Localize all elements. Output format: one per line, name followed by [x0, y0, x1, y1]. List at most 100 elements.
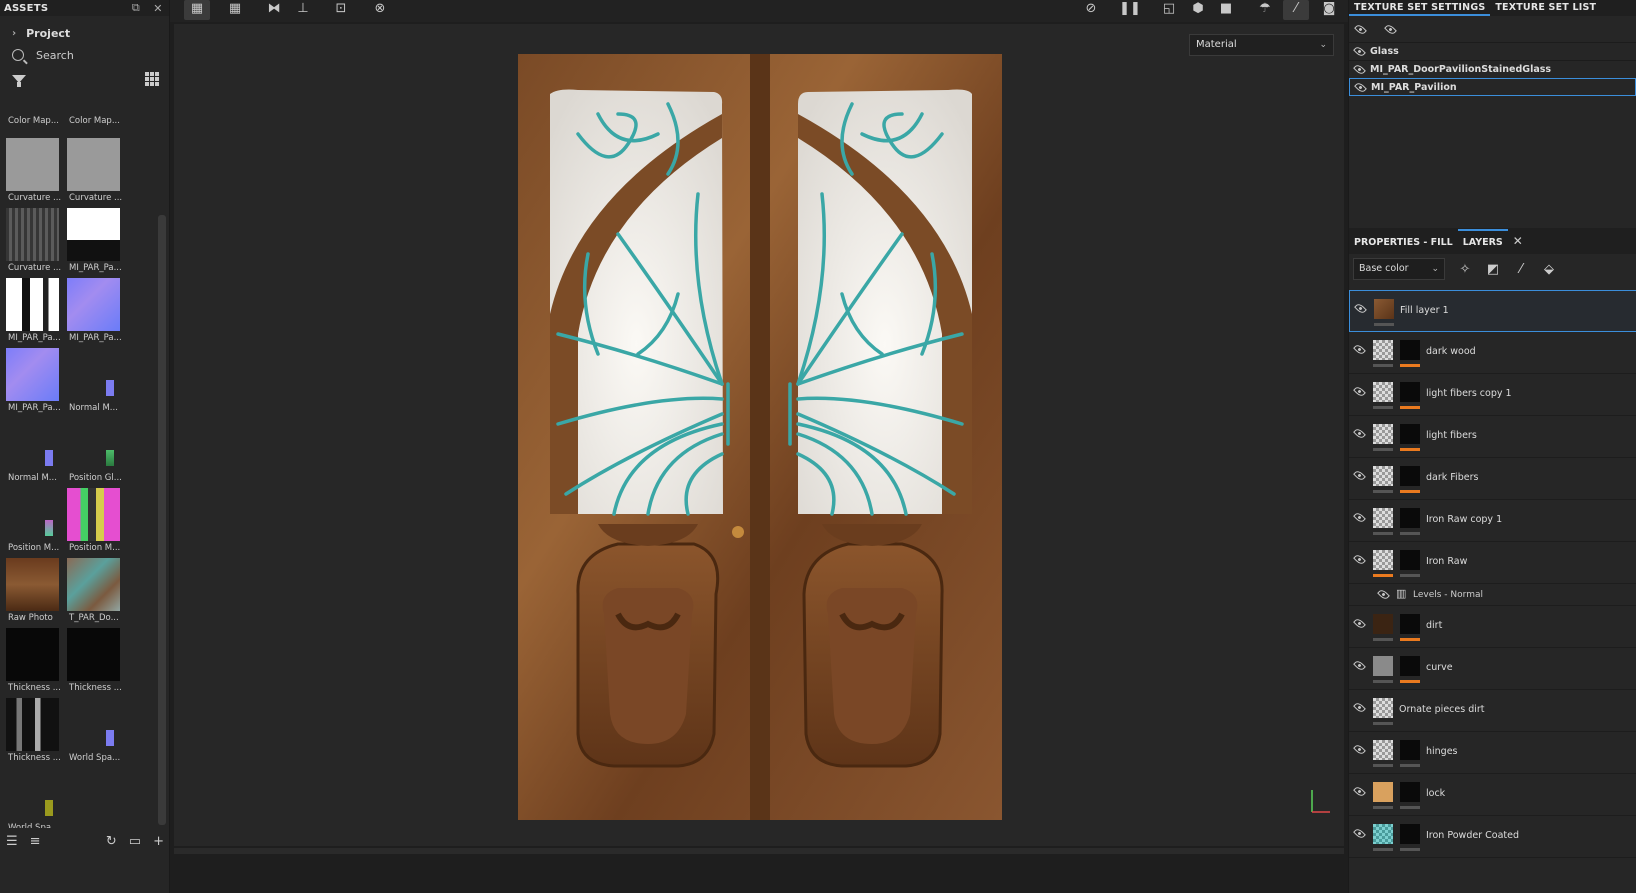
tab-texture-set-list[interactable]: TEXTURE SET LIST [1490, 0, 1601, 16]
layer-effect[interactable]: ▥ Levels - Normal [1349, 584, 1636, 606]
eye-icon[interactable] [1353, 511, 1366, 524]
asset-thumbnail[interactable]: Position M... [6, 484, 67, 554]
add-mask-icon[interactable]: ◩ [1485, 262, 1501, 277]
asset-thumbnail[interactable]: World Spa... [67, 694, 128, 764]
asset-thumbnail[interactable]: MI_PAR_Pa... [6, 274, 67, 344]
layer-mask-thumbnail[interactable] [1400, 740, 1420, 760]
viewport-scrollbar[interactable] [174, 848, 1344, 854]
asset-thumbnail[interactable]: Curvature ... [6, 204, 67, 274]
layer-row[interactable]: light fibers [1349, 416, 1636, 458]
asset-thumbnail[interactable]: Normal M... [6, 414, 67, 484]
paint-brush-icon[interactable]: ⁄ [1283, 0, 1309, 20]
view-2d-icon[interactable]: ◱ [1156, 0, 1182, 20]
layer-row[interactable]: Iron Raw [1349, 542, 1636, 584]
visibility-off-icon[interactable]: ⊘ [1078, 0, 1104, 20]
add-effect-icon[interactable]: ✧ [1457, 262, 1473, 277]
eye-icon[interactable] [1353, 617, 1366, 630]
layer-mask-thumbnail[interactable] [1400, 782, 1420, 802]
layer-row[interactable]: Iron Raw copy 1 [1349, 500, 1636, 542]
layer-row[interactable]: dark wood [1349, 332, 1636, 374]
list-icon[interactable]: ≡ [30, 834, 41, 849]
layer-row[interactable]: Ornate pieces dirt [1349, 690, 1636, 732]
camera-icon[interactable]: ■ [1213, 0, 1239, 20]
viewport-3d[interactable]: Material ⌄ [174, 24, 1344, 846]
layer-mask-thumbnail[interactable] [1400, 614, 1420, 634]
layer-row[interactable]: Fill layer 1 [1349, 290, 1636, 332]
asset-thumbnail[interactable]: Curvature ... [67, 134, 128, 204]
eye-icon[interactable] [1353, 785, 1366, 798]
eye-icon[interactable] [1353, 343, 1366, 356]
layer-mask-thumbnail[interactable] [1400, 466, 1420, 486]
asset-thumbnail[interactable]: MI_PAR_Pa... [67, 274, 128, 344]
asset-thumbnail[interactable]: T_PAR_Do... [67, 554, 128, 624]
tab-layers[interactable]: LAYERS [1457, 229, 1508, 254]
align-icon[interactable]: ⊥ [290, 0, 316, 20]
tiling-icon[interactable]: ▦ [222, 0, 248, 20]
close-icon[interactable]: ✕ [1508, 234, 1528, 254]
asset-thumbnail[interactable]: Curvature ... [6, 134, 67, 204]
pause-icon[interactable]: ❚❚ [1117, 0, 1143, 20]
asset-thumbnail[interactable]: MI_PAR_Pa... [67, 204, 128, 274]
import-icon[interactable]: ☰ [6, 834, 18, 849]
asset-thumbnail[interactable]: MI_PAR_Pa... [6, 344, 67, 414]
eye-icon[interactable] [1353, 827, 1366, 840]
eye-icon[interactable] [1353, 743, 1366, 756]
frame-icon[interactable]: ⊡ [328, 0, 354, 20]
layer-mask-thumbnail[interactable] [1400, 424, 1420, 444]
eye-icon[interactable] [1384, 22, 1397, 36]
layer-mask-thumbnail[interactable] [1400, 824, 1420, 844]
texture-set-item[interactable]: MI_PAR_Pavilion [1349, 78, 1636, 96]
refresh-icon[interactable]: ↻ [106, 834, 117, 849]
asset-thumbnail[interactable]: Color Map... [6, 108, 67, 134]
add-icon[interactable]: + [153, 834, 164, 849]
texture-set-item[interactable]: MI_PAR_DoorPavilionStainedGlass [1349, 60, 1636, 78]
asset-thumbnail[interactable]: Thickness ... [67, 624, 128, 694]
asset-thumbnail[interactable]: Thickness ... [6, 694, 67, 764]
asset-thumbnail[interactable]: Position M... [67, 484, 128, 554]
asset-thumbnail[interactable]: World Spa... [6, 764, 67, 828]
layer-mask-thumbnail[interactable] [1400, 340, 1420, 360]
folder-icon[interactable]: ▭ [129, 834, 141, 849]
eye-icon[interactable] [1353, 553, 1366, 566]
layer-mask-thumbnail[interactable] [1400, 508, 1420, 528]
view-3d-icon[interactable]: ⬢ [1185, 0, 1211, 20]
screenshot-icon[interactable]: ◙ [1316, 0, 1342, 20]
asset-search[interactable]: Search [0, 44, 169, 66]
eye-icon[interactable] [1354, 302, 1367, 315]
project-tree-item[interactable]: › Project [0, 22, 169, 44]
eye-icon[interactable] [1353, 45, 1366, 58]
asset-thumbnail[interactable]: Color Map... [67, 108, 128, 134]
layer-mask-thumbnail[interactable] [1400, 656, 1420, 676]
layer-row[interactable]: lock [1349, 774, 1636, 816]
add-paint-layer-icon[interactable]: ⁄ [1513, 262, 1529, 277]
float-panel-icon[interactable]: ⧉ [125, 1, 147, 15]
eye-icon[interactable] [1353, 659, 1366, 672]
layer-row[interactable]: dirt [1349, 606, 1636, 648]
visibility-settings-icon[interactable] [1354, 22, 1367, 36]
close-icon[interactable]: ✕ [147, 2, 169, 15]
layer-mask-thumbnail[interactable] [1400, 382, 1420, 402]
asset-thumbnail[interactable]: Thickness ... [6, 624, 67, 694]
uv-grid-icon[interactable]: ▦ [184, 0, 210, 20]
tab-properties-fill[interactable]: PROPERTIES - FILL [1349, 237, 1458, 254]
layer-row[interactable]: light fibers copy 1 [1349, 374, 1636, 416]
material-mode-select[interactable]: Material ⌄ [1189, 34, 1334, 56]
eye-icon[interactable] [1377, 588, 1390, 601]
symmetry-icon[interactable]: ⧓ [261, 0, 287, 20]
asset-thumbnail[interactable]: Position Gl... [67, 414, 128, 484]
grid-view-icon[interactable] [145, 72, 159, 86]
tab-texture-set-settings[interactable]: TEXTURE SET SETTINGS [1349, 0, 1491, 16]
eye-icon[interactable] [1353, 385, 1366, 398]
layer-row[interactable]: hinges [1349, 732, 1636, 774]
eye-icon[interactable] [1353, 427, 1366, 440]
reset-view-icon[interactable]: ⊗ [367, 0, 393, 20]
add-fill-layer-icon[interactable]: ⬙ [1541, 262, 1557, 277]
eye-icon[interactable] [1354, 80, 1367, 94]
environment-icon[interactable]: ☂ [1252, 0, 1278, 20]
eye-icon[interactable] [1353, 469, 1366, 482]
channel-select[interactable]: Base color ⌄ [1353, 258, 1445, 280]
eye-icon[interactable] [1353, 701, 1366, 714]
texture-set-item[interactable]: Glass [1349, 42, 1636, 60]
layer-mask-thumbnail[interactable] [1400, 550, 1420, 570]
layer-row[interactable]: curve [1349, 648, 1636, 690]
